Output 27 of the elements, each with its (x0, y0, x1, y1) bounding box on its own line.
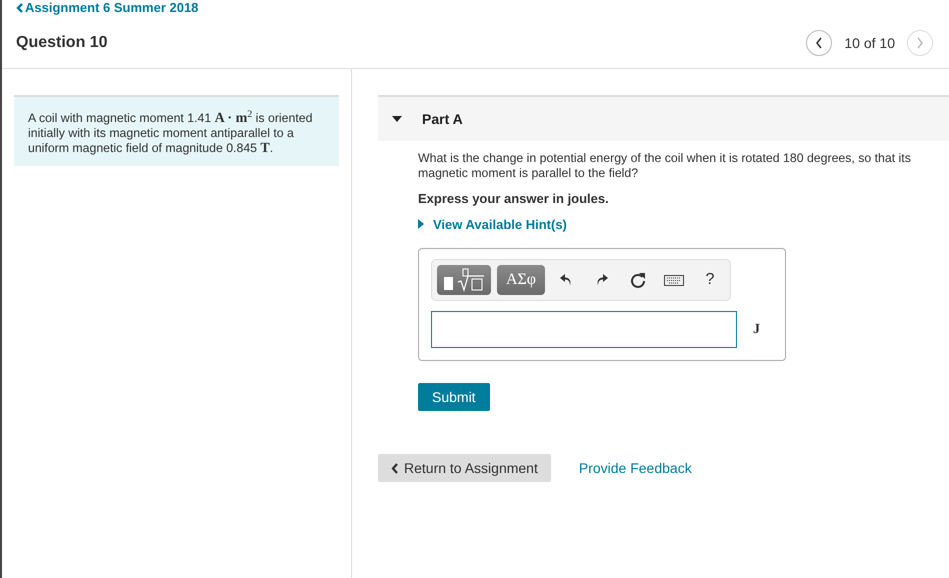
return-button[interactable]: Return to Assignment (378, 454, 551, 482)
chevron-right-icon (916, 37, 924, 49)
page-position: 10 of 10 (844, 35, 895, 51)
symbols-button[interactable]: ΑΣφ (497, 265, 545, 295)
instruction-text: Express your answer in joules. (418, 191, 610, 206)
part-title: Part A (422, 111, 463, 127)
question-text: What is the change in potential energy of the coil when it is rotated 180 degrees, so that its magnetic moment is parallel to the field? (418, 151, 912, 181)
caret-icon (418, 219, 424, 229)
submit-button[interactable]: Submit (418, 383, 490, 411)
keyboard-icon (664, 274, 684, 286)
radical-template-icon (441, 268, 487, 292)
part-header[interactable]: Part A (378, 95, 949, 141)
back-link[interactable]: Assignment 6 Summer 2018 (16, 2, 198, 14)
reset-icon (630, 272, 646, 288)
hint-link[interactable]: View Available Hint(s) (418, 216, 567, 232)
templates-button[interactable] (437, 265, 491, 295)
answer-field[interactable] (431, 311, 737, 348)
question-title: Question 10 (16, 34, 108, 52)
unit-label: J (753, 322, 760, 338)
problem-statement: A coil with magnetic moment 1.41 A · m$^{2}$ is oriented initially with its magnetic moment antiparallel to a uniform magnetic field of magnitude 0.845 T. (14, 95, 339, 166)
help-button[interactable]: ? (695, 265, 725, 295)
previous-button[interactable] (806, 30, 832, 56)
chevron-left-icon (391, 462, 398, 474)
feedback-link[interactable]: Provide Feedback (578, 460, 692, 476)
chevron-left-icon (815, 37, 824, 49)
caret-icon (392, 116, 402, 122)
chevron-left-icon (16, 3, 23, 13)
